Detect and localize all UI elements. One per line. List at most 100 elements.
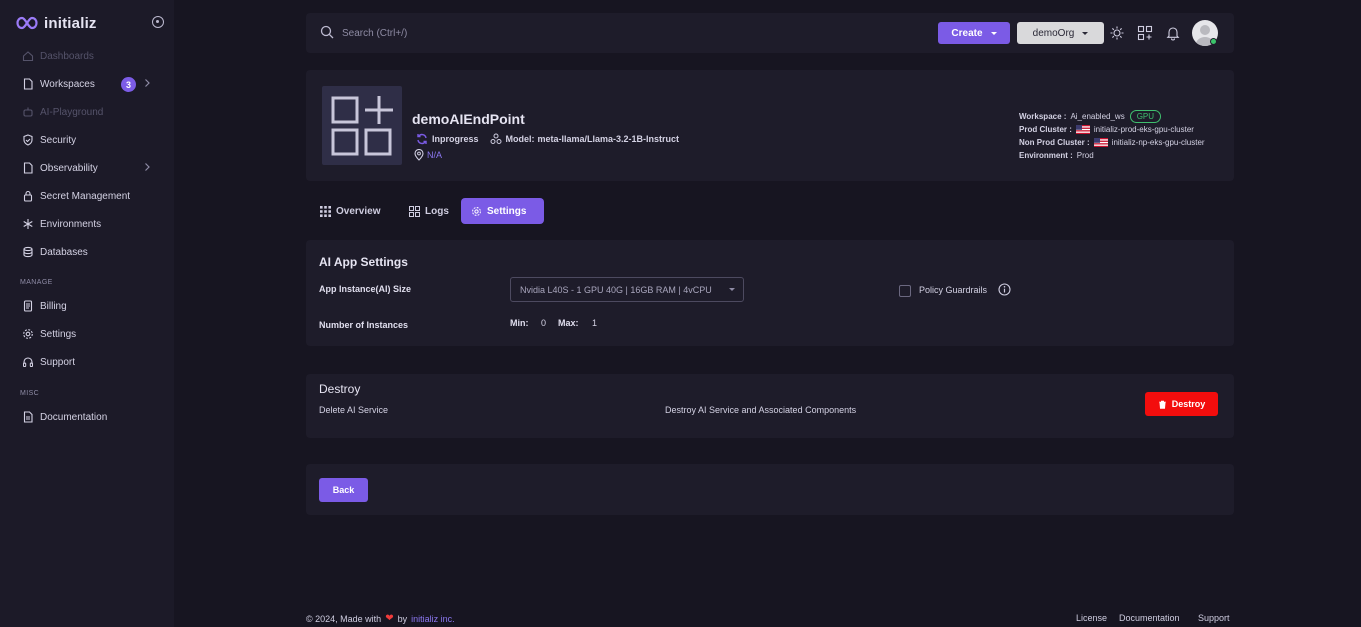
app-logo-tile <box>322 86 402 165</box>
sidebar-item-databases[interactable]: Databases <box>0 238 174 266</box>
sync-icon <box>417 133 427 145</box>
map-pin-icon <box>414 149 424 161</box>
policy-guardrails-label: Policy Guardrails <box>919 285 988 295</box>
sidebar-item-settings[interactable]: Settings <box>0 320 174 348</box>
destroy-button-label: Destroy <box>1171 399 1206 409</box>
document-icon <box>22 411 34 423</box>
gpu-badge: GPU <box>1129 110 1162 123</box>
infinity-logo-icon <box>16 16 38 30</box>
sidebar-item-support[interactable]: Support <box>0 348 174 376</box>
create-button[interactable]: Create <box>938 22 1010 44</box>
receipt-icon <box>22 300 34 312</box>
apps-add-icon[interactable] <box>1137 25 1153 41</box>
file-icon <box>22 162 34 174</box>
footer-link-support[interactable]: Support <box>1198 613 1230 623</box>
file-icon <box>22 78 34 90</box>
sidebar-item-label: Security <box>40 134 77 146</box>
footer-link-documentation[interactable]: Documentation <box>1119 613 1180 623</box>
sun-icon[interactable] <box>1109 25 1125 41</box>
model-value: meta-llama/Llama-3.2-1B-Instruct <box>537 134 680 144</box>
sidebar-item-observability[interactable]: Observability <box>0 154 174 182</box>
instance-size-label: App Instance(AI) Size <box>319 284 412 294</box>
back-button[interactable]: Back <box>319 478 368 502</box>
sidebar-item-label: Secret Management <box>40 190 131 202</box>
sidebar-item-environments[interactable]: Environments <box>0 210 174 238</box>
heart-icon: ❤ <box>385 613 394 624</box>
sidebar-item-label: AI-Playground <box>40 106 104 118</box>
tab-logs[interactable]: Logs <box>399 198 459 224</box>
sidebar-toggle-icon[interactable] <box>152 16 164 28</box>
environment-label: Environment : <box>1019 151 1073 160</box>
info-icon[interactable] <box>998 283 1011 296</box>
brand[interactable]: initializ <box>16 12 97 34</box>
prod-cluster-value: initializ-prod-eks-gpu-cluster <box>1093 125 1194 134</box>
trash-icon <box>1158 400 1166 409</box>
min-value: 0 <box>541 318 547 328</box>
sidebar-item-label: Environments <box>40 218 102 230</box>
bell-icon[interactable] <box>1165 25 1181 41</box>
tab-settings[interactable]: Settings <box>461 198 544 224</box>
back-card: Back <box>306 464 1234 515</box>
tab-overview[interactable]: Overview <box>310 198 390 224</box>
footer-copyright: © 2024, Made with ❤ by initializ inc. <box>306 613 455 624</box>
section-label-misc: MISC <box>20 390 40 397</box>
sidebar-item-secret-management[interactable]: Secret Management <box>0 182 174 210</box>
sidebar-item-label: Databases <box>40 246 88 258</box>
us-flag-icon <box>1075 125 1090 134</box>
environment-value: Prod <box>1076 151 1094 160</box>
sidebar-item-dashboards[interactable]: Dashboards <box>0 42 174 70</box>
instance-size-select[interactable]: Nvidia L40S - 1 GPU 40G | 16GB RAM | 4vC… <box>510 277 744 302</box>
chevron-down-icon <box>1082 31 1089 35</box>
status-text: Inprogress <box>432 134 479 144</box>
snowflake-icon <box>22 218 34 230</box>
grid-icon <box>320 205 331 217</box>
workspace-meta: Workspace : Ai_enabled_ws GPU <box>1019 110 1162 123</box>
nonprod-cluster-value: initializ-np-eks-gpu-cluster <box>1111 138 1205 147</box>
sidebar: initializ Dashboards Workspaces 3 AI-Pla… <box>0 0 174 627</box>
policy-guardrails-checkbox[interactable] <box>899 285 911 297</box>
sidebar-item-workspaces[interactable]: Workspaces 3 <box>0 70 174 98</box>
gear-icon <box>472 206 481 216</box>
sidebar-item-documentation[interactable]: Documentation <box>0 403 174 431</box>
online-status-indicator <box>1210 38 1217 45</box>
tab-label: Overview <box>336 205 381 217</box>
us-flag-icon <box>1093 138 1108 147</box>
sidebar-item-label: Billing <box>40 300 67 312</box>
count-badge: 3 <box>121 77 136 92</box>
by-text: by <box>397 613 408 624</box>
app-name: demoAIEndPoint <box>412 111 525 127</box>
home-icon <box>22 50 34 62</box>
section-label-manage: MANAGE <box>20 279 53 286</box>
chevron-right-icon <box>145 79 150 87</box>
destroy-left-text: Delete AI Service <box>319 405 389 415</box>
destroy-title: Destroy <box>319 382 361 396</box>
sidebar-item-ai-playground[interactable]: AI-Playground <box>0 98 174 126</box>
max-value: 1 <box>592 318 598 328</box>
org-selector-button[interactable]: demoOrg <box>1017 22 1104 44</box>
search-input[interactable] <box>342 23 542 43</box>
tab-label: Settings <box>487 205 527 217</box>
instances-label: Number of Instances <box>319 320 409 330</box>
copyright-text: © 2024, Made with <box>306 613 382 624</box>
app-header-card: demoAIEndPoint Inprogress Model: meta-ll… <box>306 70 1234 181</box>
sidebar-item-billing[interactable]: Billing <box>0 292 174 320</box>
location-row: N/A <box>414 149 442 161</box>
instance-size-value: Nvidia L40S - 1 GPU 40G | 16GB RAM | 4vC… <box>520 284 712 295</box>
destroy-button[interactable]: Destroy <box>1145 392 1218 416</box>
location-value: N/A <box>427 150 443 160</box>
apps-icon <box>409 205 420 217</box>
sidebar-item-label: Dashboards <box>40 50 94 62</box>
prod-cluster-label: Prod Cluster : <box>1019 125 1072 134</box>
footer-link-license[interactable]: License <box>1076 613 1107 623</box>
company-link[interactable]: initializ inc. <box>411 614 455 624</box>
workspace-value: Ai_enabled_ws <box>1070 112 1125 121</box>
tab-label: Logs <box>425 205 449 217</box>
headphones-icon <box>22 356 34 368</box>
nonprod-cluster-label: Non Prod Cluster : <box>1019 138 1090 147</box>
ai-app-settings-card: AI App Settings App Instance(AI) Size Nv… <box>306 240 1234 346</box>
chevron-down-icon <box>990 31 997 35</box>
sidebar-item-label: Settings <box>40 328 77 340</box>
app-status-row: Inprogress Model: meta-llama/Llama-3.2-1… <box>416 133 679 145</box>
sidebar-item-security[interactable]: Security <box>0 126 174 154</box>
brand-name: initializ <box>44 14 97 32</box>
